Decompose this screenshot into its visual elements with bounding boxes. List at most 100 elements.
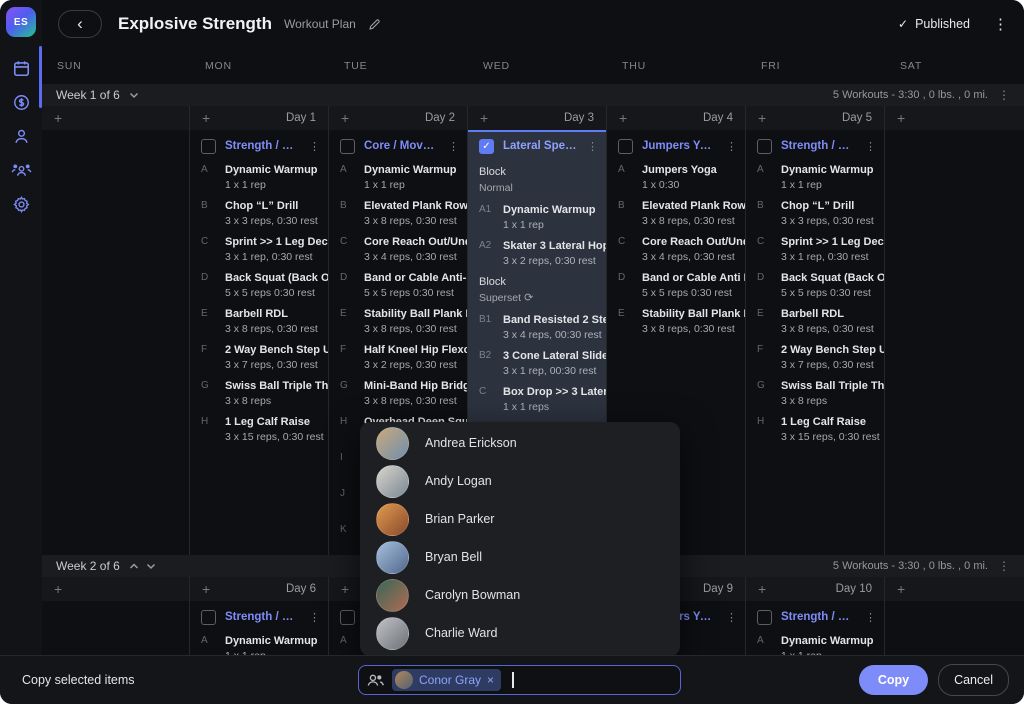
add-workout-button[interactable]: + (202, 582, 210, 596)
exercise-row[interactable]: CSprint >> 1 Leg Declarations3 x 1 rep, … (201, 235, 320, 264)
exercise-row[interactable]: CBox Drop >> 3 Lateral H...1 x 1 reps (479, 385, 598, 414)
exercise-row[interactable]: ADynamic Warmup1 x 1 rep (201, 634, 320, 655)
exercise-row[interactable]: ADynamic Warmup1 x 1 rep (340, 163, 459, 192)
cycle-icon: ⟳ (521, 292, 533, 304)
exercise-row[interactable]: H1 Leg Calf Raise3 x 15 reps, 0:30 rest (757, 415, 876, 444)
add-workout-button[interactable]: + (341, 582, 349, 596)
exercise-row[interactable]: A1Dynamic Warmup1 x 1 rep (479, 203, 598, 232)
exercise-row[interactable]: DBand or Cable Anti-Rotati...5 x 5 reps … (340, 271, 459, 300)
kebab-icon[interactable]: ⋮ (309, 140, 320, 153)
athlete-search-input[interactable]: Conor Gray × (358, 665, 681, 695)
exercise-row[interactable]: ADynamic Warmup1 x 1 rep (201, 163, 320, 192)
add-workout-button[interactable]: + (202, 111, 210, 125)
workout-card[interactable]: Strength / Hypertro...⋮ADynamic Warmup1 … (746, 130, 884, 444)
workout-checkbox[interactable] (201, 610, 216, 625)
exercise-row[interactable]: F2 Way Bench Step Up3 x 7 reps, 0:30 res… (201, 343, 320, 372)
workout-checkbox[interactable] (618, 139, 633, 154)
kebab-icon[interactable]: ⋮ (998, 88, 1010, 102)
back-button[interactable]: ‹ (58, 10, 102, 38)
athlete-list-item[interactable]: Bryan Bell (360, 538, 680, 576)
header-kebab-icon[interactable]: ⋮ (993, 15, 1008, 33)
exercise-row[interactable]: EStability Ball Plank Linear ...3 x 8 re… (618, 307, 737, 336)
workout-checkbox[interactable] (757, 610, 772, 625)
sidebar-item-athlete[interactable] (0, 119, 42, 153)
kebab-icon[interactable]: ⋮ (998, 559, 1010, 573)
exercise-row[interactable]: F2 Way Bench Step Up3 x 7 reps, 0:30 res… (757, 343, 876, 372)
exercise-row[interactable]: GSwiss Ball Triple Threat3 x 8 reps (201, 379, 320, 408)
exercise-row[interactable]: AJumpers Yoga1 x 0:30 (618, 163, 737, 192)
exercise-row[interactable]: ADynamic Warmup1 x 1 rep (757, 163, 876, 192)
exercise-row[interactable]: B23 Cone Lateral Slide3 x 1 rep, 00:30 r… (479, 349, 598, 378)
exercise-detail: 3 x 8 reps, 0:30 rest (225, 322, 320, 336)
exercise-row[interactable]: EBarbell RDL3 x 8 reps, 0:30 rest (201, 307, 320, 336)
exercise-row[interactable]: EBarbell RDL3 x 8 reps, 0:30 rest (757, 307, 876, 336)
exercise-row[interactable]: GSwiss Ball Triple Threat3 x 8 reps (757, 379, 876, 408)
kebab-icon[interactable]: ⋮ (726, 611, 737, 624)
kebab-icon[interactable]: ⋮ (309, 611, 320, 624)
workout-card[interactable]: Jumpers Yoga / Core⋮AJumpers Yoga1 x 0:3… (607, 130, 745, 336)
workout-card[interactable]: Strength / Hypertro...⋮ADynamic Warmup1 … (190, 130, 328, 444)
selected-athlete-chip[interactable]: Conor Gray × (392, 669, 501, 691)
athlete-list-item[interactable]: Charlie Ward (360, 614, 680, 652)
app-logo[interactable]: ES (6, 7, 36, 37)
add-workout-button[interactable]: + (54, 582, 62, 596)
day-header-cell: + (42, 106, 190, 130)
exercise-row[interactable]: BChop “L” Drill3 x 3 reps, 0:30 rest (757, 199, 876, 228)
add-workout-button[interactable]: + (619, 111, 627, 125)
chevron-down-icon[interactable] (129, 92, 139, 99)
avatar (376, 617, 409, 650)
page-subtitle: Workout Plan (284, 17, 356, 31)
exercise-row[interactable]: BChop “L” Drill3 x 3 reps, 0:30 rest (201, 199, 320, 228)
chevron-up-icon[interactable] (129, 563, 139, 570)
exercise-row[interactable]: BElevated Plank Row3 x 8 reps, 0:30 rest (618, 199, 737, 228)
workout-card[interactable]: ✓Lateral Speed / Plyo⋮BlockNormalA1Dynam… (468, 130, 606, 465)
workout-checkbox[interactable]: ✓ (479, 139, 494, 154)
kebab-icon[interactable]: ⋮ (587, 140, 598, 153)
exercise-row[interactable]: DBack Squat (Back Off Set)5 x 5 reps 0:3… (201, 271, 320, 300)
exercise-row[interactable]: CSprint >> 1 Leg Declarations3 x 1 rep, … (757, 235, 876, 264)
athlete-list-item[interactable]: Carolyn Bowman (360, 576, 680, 614)
exercise-row[interactable]: DBack Squat (Back Off Set)5 x 5 reps 0:3… (757, 271, 876, 300)
add-workout-button[interactable]: + (897, 111, 905, 125)
athlete-list-item[interactable]: Andrea Erickson (360, 424, 680, 462)
kebab-icon[interactable]: ⋮ (865, 140, 876, 153)
sidebar-item-billing[interactable] (0, 85, 42, 119)
add-workout-button[interactable]: + (54, 111, 62, 125)
edit-title-icon[interactable] (368, 18, 381, 31)
chevron-down-icon[interactable] (146, 563, 156, 570)
exercise-row[interactable]: GMini-Band Hip Bridge w/ ...3 x 8 reps, … (340, 379, 459, 408)
athlete-list-item[interactable]: Brian Parker (360, 500, 680, 538)
exercise-detail: 3 x 1 rep, 00:30 rest (503, 364, 607, 378)
workout-checkbox[interactable] (340, 139, 355, 154)
sidebar-item-teams[interactable] (0, 153, 42, 187)
sidebar-item-settings[interactable] (0, 187, 42, 221)
exercise-row[interactable]: H1 Leg Calf Raise3 x 15 reps, 0:30 rest (201, 415, 320, 444)
exercise-row[interactable]: FHalf Kneel Hip Flexor Rais...3 x 2 reps… (340, 343, 459, 372)
exercise-row[interactable]: CCore Reach Out/Under3 x 4 reps, 0:30 re… (618, 235, 737, 264)
add-workout-button[interactable]: + (341, 111, 349, 125)
cancel-button[interactable]: Cancel (938, 664, 1009, 696)
exercise-row[interactable]: ADynamic Warmup1 x 1 rep (757, 634, 876, 655)
workout-checkbox[interactable] (757, 139, 772, 154)
add-workout-button[interactable]: + (897, 582, 905, 596)
add-workout-button[interactable]: + (758, 582, 766, 596)
workout-checkbox[interactable] (201, 139, 216, 154)
athlete-list-item[interactable]: Andy Logan (360, 462, 680, 500)
kebab-icon[interactable]: ⋮ (726, 140, 737, 153)
exercise-row[interactable]: DBand or Cable Anti Rotati...5 x 5 reps … (618, 271, 737, 300)
remove-chip-icon[interactable]: × (487, 673, 494, 687)
add-workout-button[interactable]: + (480, 111, 488, 125)
exercise-row[interactable]: BElevated Plank Row3 x 8 reps, 0:30 rest (340, 199, 459, 228)
workout-checkbox[interactable] (340, 610, 355, 625)
exercise-row[interactable]: A2Skater 3 Lateral Hops >> ...3 x 2 reps… (479, 239, 598, 268)
exercise-row[interactable]: B1Band Resisted 2 Step Late...3 x 4 reps… (479, 313, 598, 342)
add-workout-button[interactable]: + (758, 111, 766, 125)
workout-card[interactable]: Strength / Hypertro...⋮ADynamic Warmup1 … (746, 601, 884, 655)
workout-card[interactable]: Strength / Hypertro...⋮ADynamic Warmup1 … (190, 601, 328, 655)
kebab-icon[interactable]: ⋮ (448, 140, 459, 153)
kebab-icon[interactable]: ⋮ (865, 611, 876, 624)
copy-button[interactable]: Copy (859, 665, 928, 695)
exercise-row[interactable]: CCore Reach Out/Under3 x 4 reps, 0:30 re… (340, 235, 459, 264)
exercise-row[interactable]: EStability Ball Plank Linear ...3 x 8 re… (340, 307, 459, 336)
sidebar-item-calendar[interactable] (0, 51, 42, 85)
